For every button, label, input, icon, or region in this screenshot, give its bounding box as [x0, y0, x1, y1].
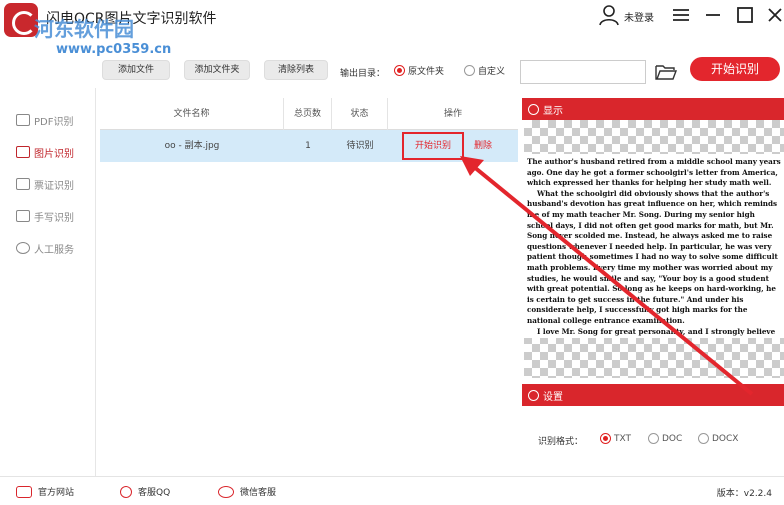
monitor-icon: [16, 485, 32, 498]
watermark-url: www.pc0359.cn: [56, 42, 172, 57]
ticket-icon: [16, 178, 30, 190]
sidebar-item-label: 票证识别: [34, 180, 74, 192]
radio-unselected-icon: [698, 433, 709, 444]
file-table: 文件名称 总页数 状态 操作 oo - 副本.jpg 1 待识别 开始识别 删除: [96, 98, 518, 472]
wechat-icon: [218, 485, 234, 498]
file-status: 待识别: [346, 141, 374, 151]
format-option-label: DOCX: [712, 433, 739, 444]
radio-selected-icon: [600, 433, 611, 444]
output-custom-radio[interactable]: 自定义: [464, 64, 505, 77]
row-delete-button[interactable]: 删除: [474, 130, 492, 162]
version-label: 版本：v2.2.4: [716, 489, 772, 499]
format-option-label: TXT: [614, 433, 632, 444]
sidebar-item-label: 图片识别: [34, 148, 74, 160]
format-label: 识别格式：: [538, 437, 584, 447]
add-folder-button[interactable]: 添加文件夹: [184, 60, 250, 80]
preview-paragraph: I love Mr. Song for great personality, a…: [527, 326, 776, 339]
sidebar-item-label: 手写识别: [34, 212, 74, 224]
wechat-link[interactable]: 微信客服: [218, 485, 276, 498]
radio-unselected-icon: [648, 433, 659, 444]
output-path-input[interactable]: [520, 60, 646, 84]
sidebar-item-pdf[interactable]: PDF识别: [16, 110, 73, 130]
preview-header: 显示: [522, 98, 784, 120]
gear-icon: [528, 389, 539, 401]
toolbar: 添加文件 添加文件夹 清除列表 输出目录： 原文件夹 自定义 开始识别: [96, 56, 784, 88]
settings-header: 设置: [522, 384, 784, 406]
header-status: 状态: [332, 98, 388, 130]
website-label: 官方网站: [38, 488, 75, 498]
bottom-bar: 官方网站 客服QQ 微信客服 版本：v2.2.4: [0, 476, 784, 505]
file-pages: 1: [305, 141, 311, 151]
radio-unselected-icon: [464, 65, 475, 76]
header-pages: 总页数: [284, 98, 332, 130]
file-name: oo - 副本.jpg: [164, 141, 220, 151]
sidebar-item-image[interactable]: 图片识别: [16, 142, 74, 162]
sidebar-item-handwriting[interactable]: 手写识别: [16, 206, 74, 226]
preview-area: The author's husband retired from a midd…: [524, 120, 784, 378]
qq-label: 客服QQ: [138, 488, 171, 498]
qq-icon: [120, 485, 132, 498]
app-logo-icon: [4, 3, 38, 37]
sidebar-item-ticket[interactable]: 票证识别: [16, 174, 74, 194]
clear-list-button[interactable]: 清除列表: [264, 60, 328, 80]
watermark-text: 河东软件园: [34, 17, 134, 41]
minimize-icon[interactable]: [702, 4, 724, 26]
maximize-icon[interactable]: [734, 4, 756, 26]
smile-icon: [16, 242, 30, 254]
output-original-radio[interactable]: 原文件夹: [394, 64, 444, 77]
handwriting-icon: [16, 210, 30, 222]
format-option-label: DOC: [662, 433, 683, 444]
image-icon: [16, 146, 30, 158]
output-custom-label: 自定义: [478, 67, 506, 77]
header-actions: 操作: [443, 109, 462, 119]
format-txt-radio[interactable]: TXT: [600, 433, 631, 444]
settings-panel: 识别格式： TXT DOC DOCX: [522, 406, 784, 476]
format-docx-radio[interactable]: DOCX: [698, 433, 738, 444]
output-dir-label: 输出目录：: [340, 69, 386, 79]
settings-title: 设置: [543, 391, 563, 403]
format-doc-radio[interactable]: DOC: [648, 433, 682, 444]
sidebar-item-service[interactable]: 人工服务: [16, 238, 74, 258]
menu-icon[interactable]: [670, 4, 692, 26]
qq-link[interactable]: 客服QQ: [120, 485, 170, 498]
preview-title: 显示: [543, 105, 563, 117]
preview-paragraph: The author's husband retired from a midd…: [527, 157, 781, 188]
wechat-label: 微信客服: [240, 488, 277, 498]
add-file-button[interactable]: 添加文件: [102, 60, 170, 80]
sidebar: PDF识别 图片识别 票证识别 手写识别 人工服务: [0, 88, 96, 476]
user-icon[interactable]: [598, 4, 620, 26]
header-filename: 文件名称: [100, 98, 284, 130]
eye-icon: [528, 103, 539, 115]
website-link[interactable]: 官方网站: [16, 485, 74, 498]
title-bar: 闪电OCR图片文字识别软件 河东软件园 未登录: [0, 0, 784, 41]
sidebar-item-label: PDF识别: [34, 116, 74, 128]
preview-paragraph: What the schoolgirl did obviously shows …: [527, 188, 778, 325]
table-header: 文件名称 总页数 状态 操作: [100, 98, 518, 130]
table-row[interactable]: oo - 副本.jpg 1 待识别 开始识别 删除: [100, 130, 518, 162]
row-start-button[interactable]: 开始识别: [402, 132, 464, 160]
folder-open-icon[interactable]: [654, 62, 678, 82]
close-icon[interactable]: [764, 4, 784, 26]
output-original-label: 原文件夹: [408, 67, 445, 77]
start-recognition-button[interactable]: 开始识别: [690, 57, 780, 81]
pdf-icon: [16, 114, 30, 126]
login-status[interactable]: 未登录: [624, 9, 654, 24]
sidebar-item-label: 人工服务: [34, 244, 74, 256]
radio-selected-icon: [394, 65, 405, 76]
preview-document: The author's husband retired from a midd…: [524, 154, 784, 338]
